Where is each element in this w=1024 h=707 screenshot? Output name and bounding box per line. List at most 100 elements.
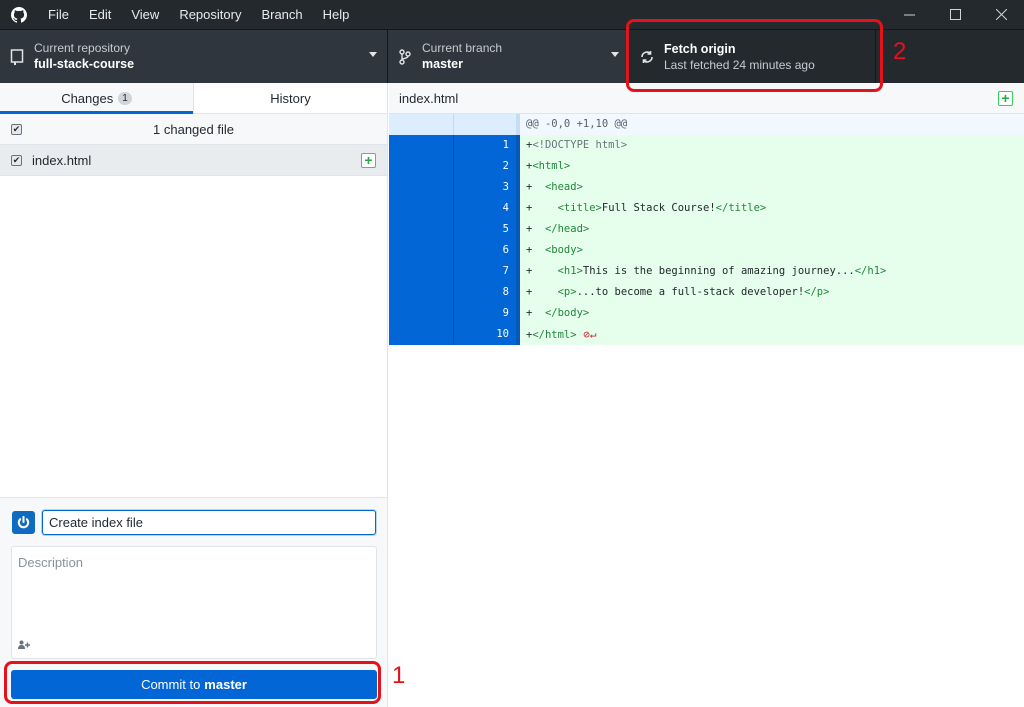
diff-line[interactable]: 2 +<html> bbox=[389, 156, 1024, 177]
diff-line-code: + <head> bbox=[520, 177, 1024, 198]
diff-line-code: + </head> bbox=[520, 219, 1024, 240]
select-all-checkbox[interactable]: ✔ bbox=[11, 123, 22, 135]
text-token: Full Stack Course! bbox=[601, 202, 716, 214]
current-repository-button[interactable]: Current repository full-stack-course bbox=[0, 30, 388, 83]
current-branch-button[interactable]: Current branch master bbox=[388, 30, 630, 83]
minimize-button[interactable] bbox=[886, 0, 932, 29]
new-line-number[interactable]: 6 bbox=[454, 240, 520, 261]
close-button[interactable] bbox=[978, 0, 1024, 29]
chevron-down-icon bbox=[611, 52, 619, 57]
added-prefix: + bbox=[526, 181, 545, 193]
new-line-gutter bbox=[454, 114, 520, 135]
tag-token: <body> bbox=[544, 244, 583, 256]
diff-line[interactable]: 9 + </body> bbox=[389, 303, 1024, 324]
added-prefix: + bbox=[526, 286, 558, 298]
tab-changes[interactable]: Changes 1 bbox=[0, 83, 193, 114]
old-line-gutter[interactable] bbox=[389, 198, 454, 219]
annotation-number-1: 1 bbox=[392, 662, 406, 689]
diff-line[interactable]: 3 + <head> bbox=[389, 177, 1024, 198]
menu-branch[interactable]: Branch bbox=[251, 0, 312, 29]
title-bar: File Edit View Repository Branch Help bbox=[0, 0, 1024, 29]
new-line-number[interactable]: 2 bbox=[454, 156, 520, 177]
old-line-gutter[interactable] bbox=[389, 324, 454, 345]
branch-icon bbox=[388, 48, 422, 65]
tag-token: </html> bbox=[532, 329, 577, 341]
new-line-number[interactable]: 10 bbox=[454, 324, 520, 345]
new-line-number[interactable]: 9 bbox=[454, 303, 520, 324]
new-line-number[interactable]: 7 bbox=[454, 261, 520, 282]
commit-summary-input[interactable] bbox=[42, 510, 376, 535]
tab-changes-label: Changes bbox=[61, 90, 114, 106]
old-line-gutter[interactable] bbox=[389, 177, 454, 198]
new-line-number[interactable]: 5 bbox=[454, 219, 520, 240]
doctype-token: <!DOCTYPE html> bbox=[532, 139, 628, 151]
diff-line-code: + <p>...to become a full-stack developer… bbox=[520, 282, 1024, 303]
changes-sidebar: Changes 1 History ✔ 1 changed file ✔ ind… bbox=[0, 83, 388, 707]
diff-line[interactable]: 6 + <body> bbox=[389, 240, 1024, 261]
new-line-number[interactable]: 8 bbox=[454, 282, 520, 303]
diff-file-name: index.html bbox=[399, 90, 459, 106]
diff-pane: index.html + @@ -0,0 +1,10 @@ 1 +<!DOCTYP… bbox=[389, 83, 1024, 707]
menu-edit[interactable]: Edit bbox=[79, 0, 121, 29]
fetch-label: Fetch origin bbox=[664, 41, 736, 56]
tag-token: <html> bbox=[532, 160, 571, 172]
old-line-gutter[interactable] bbox=[389, 240, 454, 261]
added-prefix: + bbox=[526, 223, 545, 235]
tag-token: <title> bbox=[557, 202, 602, 214]
window-controls bbox=[886, 0, 1024, 29]
diff-table: @@ -0,0 +1,10 @@ 1 +<!DOCTYPE html> 2 +<htm… bbox=[389, 114, 1024, 345]
fetch-origin-button[interactable]: Fetch origin Last fetched 24 minutes ago bbox=[630, 30, 876, 83]
file-checkbox[interactable]: ✔ bbox=[11, 154, 22, 166]
diff-line[interactable]: 1 +<!DOCTYPE html> bbox=[389, 135, 1024, 156]
file-name: index.html bbox=[32, 152, 92, 168]
diff-line-code: + </body> bbox=[520, 303, 1024, 324]
new-line-number[interactable]: 3 bbox=[454, 177, 520, 198]
tag-token: </head> bbox=[544, 223, 590, 235]
commit-description-input[interactable] bbox=[12, 547, 376, 632]
tag-token: <p> bbox=[557, 286, 577, 298]
minimize-icon bbox=[903, 14, 915, 16]
diff-line-code: + <body> bbox=[520, 240, 1024, 261]
old-line-gutter[interactable] bbox=[389, 282, 454, 303]
diff-line[interactable]: 8 + <p>...to become a full-stack develope… bbox=[389, 282, 1024, 303]
close-icon bbox=[995, 9, 1007, 20]
menu-repository[interactable]: Repository bbox=[169, 0, 251, 29]
hunk-header: @@ -0,0 +1,10 @@ bbox=[389, 114, 1024, 135]
diff-line[interactable]: 10 +</html> ⊘↵ bbox=[389, 324, 1024, 345]
diff-line-code: +<!DOCTYPE html> bbox=[520, 135, 1024, 156]
old-line-gutter[interactable] bbox=[389, 135, 454, 156]
commit-button[interactable]: Commit to master bbox=[11, 670, 377, 699]
diff-line[interactable]: 4 + <title>Full Stack Course!</title> bbox=[389, 198, 1024, 219]
menu-view[interactable]: View bbox=[121, 0, 169, 29]
maximize-button[interactable] bbox=[932, 0, 978, 29]
menu-bar: File Edit View Repository Branch Help bbox=[38, 0, 359, 29]
old-line-gutter[interactable] bbox=[389, 261, 454, 282]
tag-token: </p> bbox=[804, 286, 830, 298]
add-coauthor-icon[interactable] bbox=[18, 640, 30, 652]
old-line-gutter[interactable] bbox=[389, 156, 454, 177]
diff-line[interactable]: 5 + </head> bbox=[389, 219, 1024, 240]
sidebar-tabs: Changes 1 History bbox=[0, 83, 387, 114]
tag-token: <h1> bbox=[557, 265, 583, 277]
menu-file[interactable]: File bbox=[38, 0, 79, 29]
old-line-gutter bbox=[389, 114, 454, 135]
avatar bbox=[12, 511, 35, 534]
new-line-number[interactable]: 4 bbox=[454, 198, 520, 219]
github-logo-icon bbox=[0, 0, 38, 29]
old-line-gutter[interactable] bbox=[389, 303, 454, 324]
tag-token: </h1> bbox=[854, 265, 887, 277]
changes-header: ✔ 1 changed file bbox=[0, 114, 387, 145]
added-prefix: + bbox=[526, 307, 545, 319]
text-token: This is the beginning of amazing journey… bbox=[582, 265, 855, 277]
old-line-gutter[interactable] bbox=[389, 219, 454, 240]
file-list-item[interactable]: ✔ index.html + bbox=[0, 145, 387, 176]
no-newline-icon: ⊘↵ bbox=[576, 328, 597, 341]
tab-history[interactable]: History bbox=[193, 83, 387, 113]
new-line-number[interactable]: 1 bbox=[454, 135, 520, 156]
sync-icon bbox=[630, 50, 664, 64]
changed-files-count: 1 changed file bbox=[153, 121, 234, 137]
diff-line[interactable]: 7 + <h1>This is the beginning of amazing … bbox=[389, 261, 1024, 282]
text-token: ...to become a full-stack developer! bbox=[576, 286, 805, 298]
menu-help[interactable]: Help bbox=[313, 0, 360, 29]
tag-token: </body> bbox=[544, 307, 590, 319]
